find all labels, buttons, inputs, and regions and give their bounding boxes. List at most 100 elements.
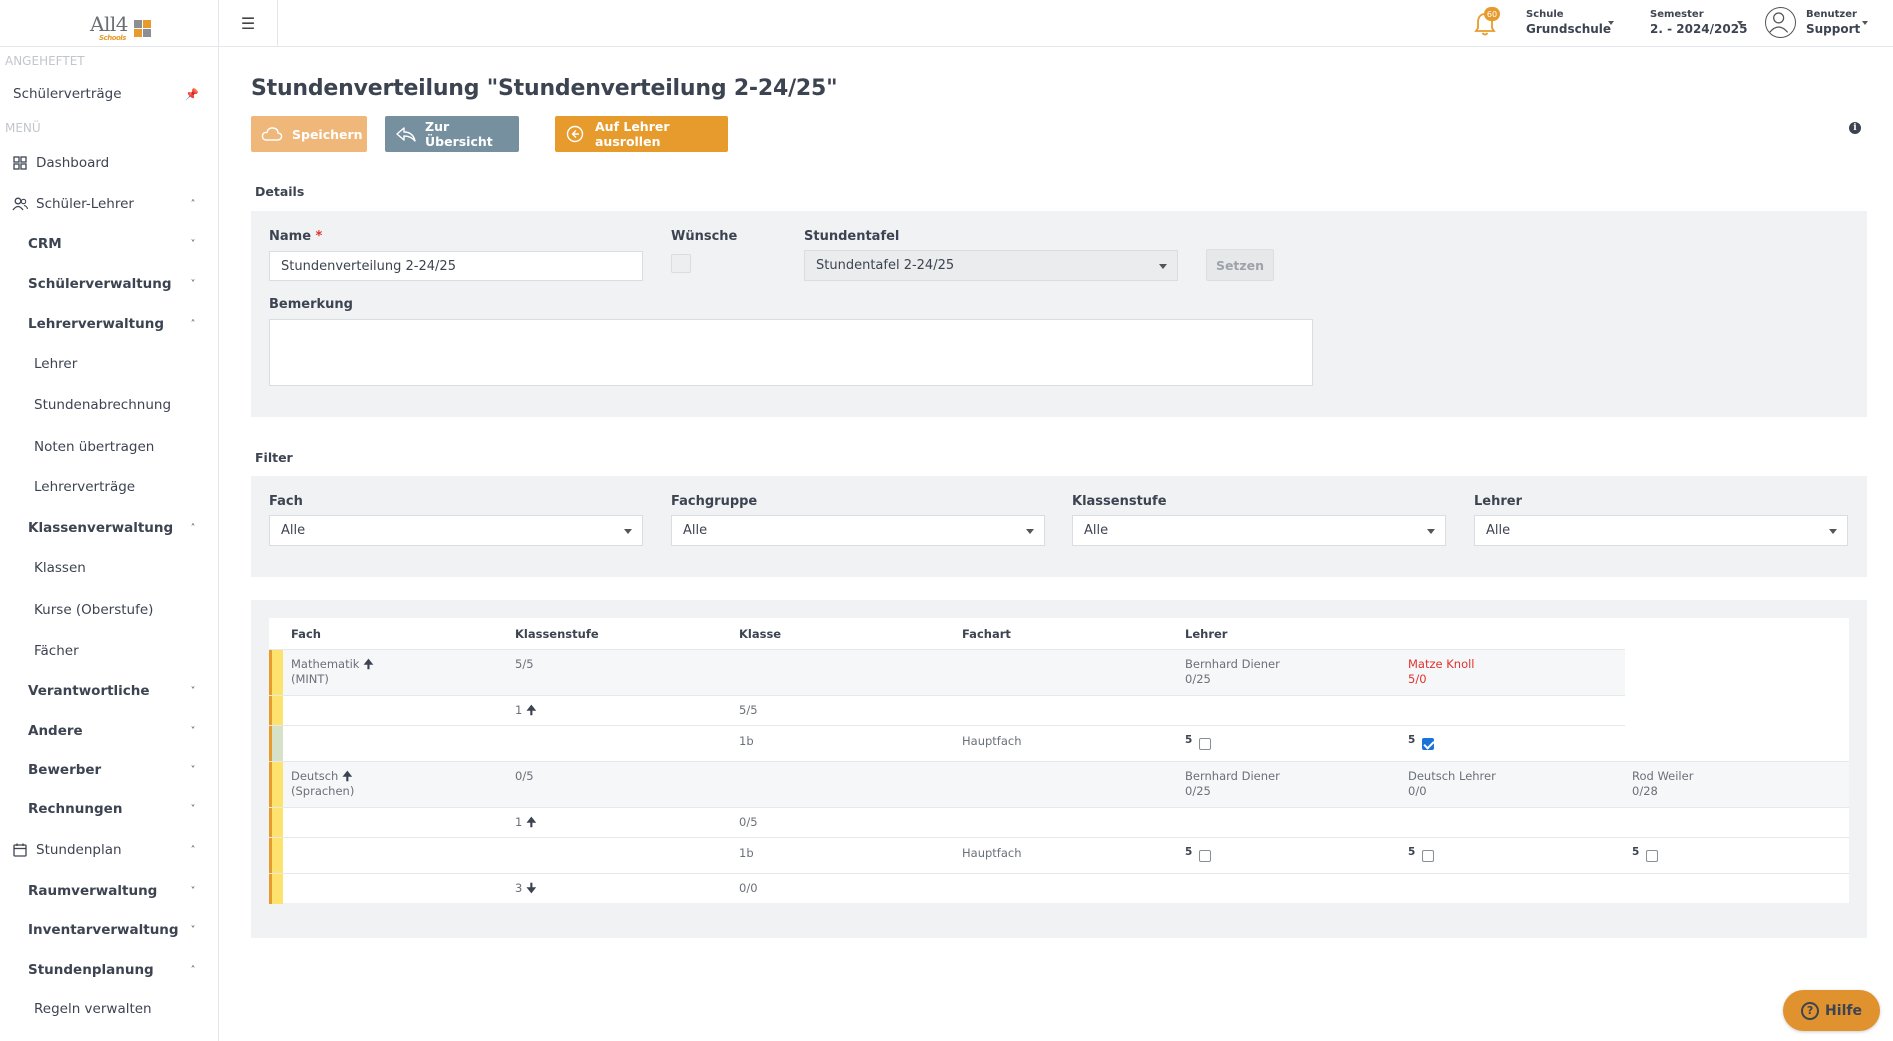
puzzle-logo-icon <box>134 19 152 37</box>
info-icon[interactable]: i <box>1849 122 1861 134</box>
arrow-down-icon[interactable]: 🠋 <box>526 881 536 895</box>
user-selector[interactable]: Benutzer Support <box>1806 7 1860 37</box>
sidebar-item-stundenplanung[interactable]: Stundenplanung ˄ <box>0 955 218 985</box>
table-row-level[interactable]: 3 🠋 0/0 <box>269 873 1849 904</box>
menu-toggle-icon[interactable]: ☰ <box>219 0 278 47</box>
filter-fachgruppe-value: Alle <box>683 523 708 538</box>
column-header-klassenstufe[interactable]: Klassenstufe <box>515 627 599 641</box>
arrow-up-icon[interactable]: 🠉 <box>526 703 536 717</box>
logo[interactable]: All4 Schools <box>0 0 219 47</box>
user-caret-icon[interactable] <box>1862 21 1868 25</box>
arrow-up-icon[interactable]: 🠉 <box>526 815 536 829</box>
sidebar-item-lehrerverwaltung[interactable]: Lehrerverwaltung ˄ <box>0 309 218 339</box>
sidebar-item-inventarverwaltung[interactable]: Inventarverwaltung ˅ <box>0 915 218 945</box>
sidebar-item-raumverwaltung[interactable]: Raumverwaltung ˅ <box>0 876 218 906</box>
assign-checkbox[interactable] <box>1199 850 1211 862</box>
sidebar: ANGEHEFTET Schülerverträge 📌 MENÜ Dashbo… <box>0 47 219 1041</box>
sidebar-item-label: Inventarverwaltung <box>28 922 179 938</box>
table-row-class[interactable]: 1b Hauptfach 5 5 5 <box>269 837 1849 874</box>
semester-caret-icon[interactable] <box>1737 21 1743 25</box>
table-row-level[interactable]: 1 🠉 5/5 <box>269 695 1625 726</box>
hours-ratio: 0/5 <box>515 769 534 783</box>
save-button[interactable]: Speichern <box>251 116 367 152</box>
assign-checkbox[interactable] <box>1422 850 1434 862</box>
user-avatar-icon[interactable] <box>1765 7 1796 38</box>
subject-cell: Deutsch 🠉 (Sprachen) <box>291 769 354 799</box>
column-header-fachart[interactable]: Fachart <box>962 627 1011 641</box>
rollout-button[interactable]: Auf Lehrer ausrollen <box>555 116 728 152</box>
remark-textarea[interactable] <box>269 319 1313 386</box>
dashboard-icon <box>13 156 27 170</box>
sidebar-item-label: Stundenplanung <box>28 962 154 978</box>
school-selector[interactable]: Schule Grundschule <box>1526 7 1611 37</box>
overview-button[interactable]: Zur Übersicht <box>385 116 519 152</box>
sidebar-item-regeln-verwalten[interactable]: Regeln verwalten <box>0 994 218 1024</box>
teacher-cell: Bernhard Diener 0/25 <box>1185 657 1280 687</box>
help-button[interactable]: ? Hilfe <box>1783 990 1880 1031</box>
assign-checkbox-checked[interactable] <box>1422 738 1434 750</box>
filter-fachgruppe-select[interactable]: Alle <box>671 515 1045 546</box>
notification-badge: 60 <box>1484 7 1500 21</box>
sidebar-item-kurse[interactable]: Kurse (Oberstufe) <box>0 595 218 625</box>
stundentafel-select[interactable]: Stundentafel 2-24/25 <box>804 250 1178 281</box>
filter-section-label: Filter <box>255 450 293 465</box>
sidebar-item-schuelerverwaltung[interactable]: Schülerverwaltung ˅ <box>0 269 218 299</box>
sidebar-item-rechnungen[interactable]: Rechnungen ˅ <box>0 794 218 824</box>
name-input[interactable]: Stundenverteilung 2-24/25 <box>269 251 643 281</box>
hours-ratio: 5/5 <box>739 703 758 717</box>
chevron-up-icon: ˄ <box>190 844 196 856</box>
sidebar-item-lehrervertraege[interactable]: Lehrerverträge <box>0 472 218 502</box>
teacher-hours: 0/0 <box>1408 784 1427 798</box>
sidebar-item-label: Andere <box>28 723 83 739</box>
sidebar-item-lehrer[interactable]: Lehrer <box>0 349 218 379</box>
save-button-label: Speichern <box>292 126 363 142</box>
sidebar-item-label: Fächer <box>34 643 79 659</box>
subject-name: Mathematik <box>291 657 360 671</box>
school-caret-icon[interactable] <box>1608 21 1614 25</box>
semester-value: 2. - 2024/2025 <box>1650 22 1748 36</box>
sidebar-item-klassenverwaltung[interactable]: Klassenverwaltung ˄ <box>0 513 218 543</box>
pin-icon[interactable]: 📌 <box>185 88 199 101</box>
sidebar-item-andere[interactable]: Andere ˅ <box>0 716 218 746</box>
filter-fach-select[interactable]: Alle <box>269 515 643 546</box>
sidebar-item-dashboard[interactable]: Dashboard <box>0 148 218 178</box>
sidebar-item-label: Bewerber <box>28 762 102 778</box>
table-row-deutsch[interactable]: Deutsch 🠉 (Sprachen) 0/5 Bernhard Diener … <box>269 761 1849 808</box>
wishes-label: Wünsche <box>671 229 738 244</box>
semester-selector[interactable]: Semester 2. - 2024/2025 <box>1650 7 1747 37</box>
filter-fach-label: Fach <box>269 494 303 509</box>
sidebar-item-stundenplan[interactable]: Stundenplan ˄ <box>0 835 218 865</box>
sidebar-item-noten-uebertragen[interactable]: Noten übertragen <box>0 432 218 462</box>
help-button-label: Hilfe <box>1825 1002 1862 1019</box>
table-row-level[interactable]: 1 🠉 0/5 <box>269 807 1849 838</box>
sidebar-item-verantwortliche[interactable]: Verantwortliche ˅ <box>0 676 218 706</box>
teacher-name: Deutsch Lehrer <box>1408 769 1496 783</box>
rollout-button-label: Auf Lehrer ausrollen <box>595 119 670 149</box>
reply-arrow-icon <box>396 127 416 142</box>
column-header-klasse[interactable]: Klasse <box>739 627 781 641</box>
sidebar-item-schuelervertraege-pinned[interactable]: Schülerverträge 📌 <box>0 79 218 109</box>
table-row-class[interactable]: 1b Hauptfach 5 5 <box>269 725 1625 762</box>
arrow-up-icon[interactable]: 🠉 <box>363 657 373 671</box>
sidebar-item-stundenabrechnung[interactable]: Stundenabrechnung <box>0 390 218 420</box>
sidebar-item-bewerber[interactable]: Bewerber ˅ <box>0 755 218 785</box>
subject-name: Deutsch <box>291 769 339 783</box>
sidebar-item-label: Klassenverwaltung <box>28 520 174 536</box>
filter-klassenstufe-select[interactable]: Alle <box>1072 515 1446 546</box>
sidebar-item-label: Rechnungen <box>28 801 123 817</box>
set-button[interactable]: Setzen <box>1206 249 1274 281</box>
sidebar-item-klassen[interactable]: Klassen <box>0 553 218 583</box>
wishes-checkbox[interactable] <box>671 254 691 273</box>
table-row-mathematik[interactable]: Mathematik 🠉 (MINT) 5/5 Bernhard Diener 0… <box>269 649 1625 696</box>
sidebar-item-faecher[interactable]: Fächer <box>0 636 218 666</box>
row-status-bar <box>269 808 283 838</box>
sidebar-item-schueler-lehrer[interactable]: Schüler-Lehrer ˄ <box>0 189 218 219</box>
sidebar-item-crm[interactable]: CRM ˅ <box>0 229 218 259</box>
school-label: Schule <box>1526 9 1564 20</box>
arrow-up-icon[interactable]: 🠉 <box>342 769 352 783</box>
filter-lehrer-select[interactable]: Alle <box>1474 515 1848 546</box>
assign-checkbox[interactable] <box>1199 738 1211 750</box>
assign-checkbox[interactable] <box>1646 850 1658 862</box>
column-header-fach[interactable]: Fach <box>291 627 321 641</box>
column-header-lehrer[interactable]: Lehrer <box>1185 627 1227 641</box>
